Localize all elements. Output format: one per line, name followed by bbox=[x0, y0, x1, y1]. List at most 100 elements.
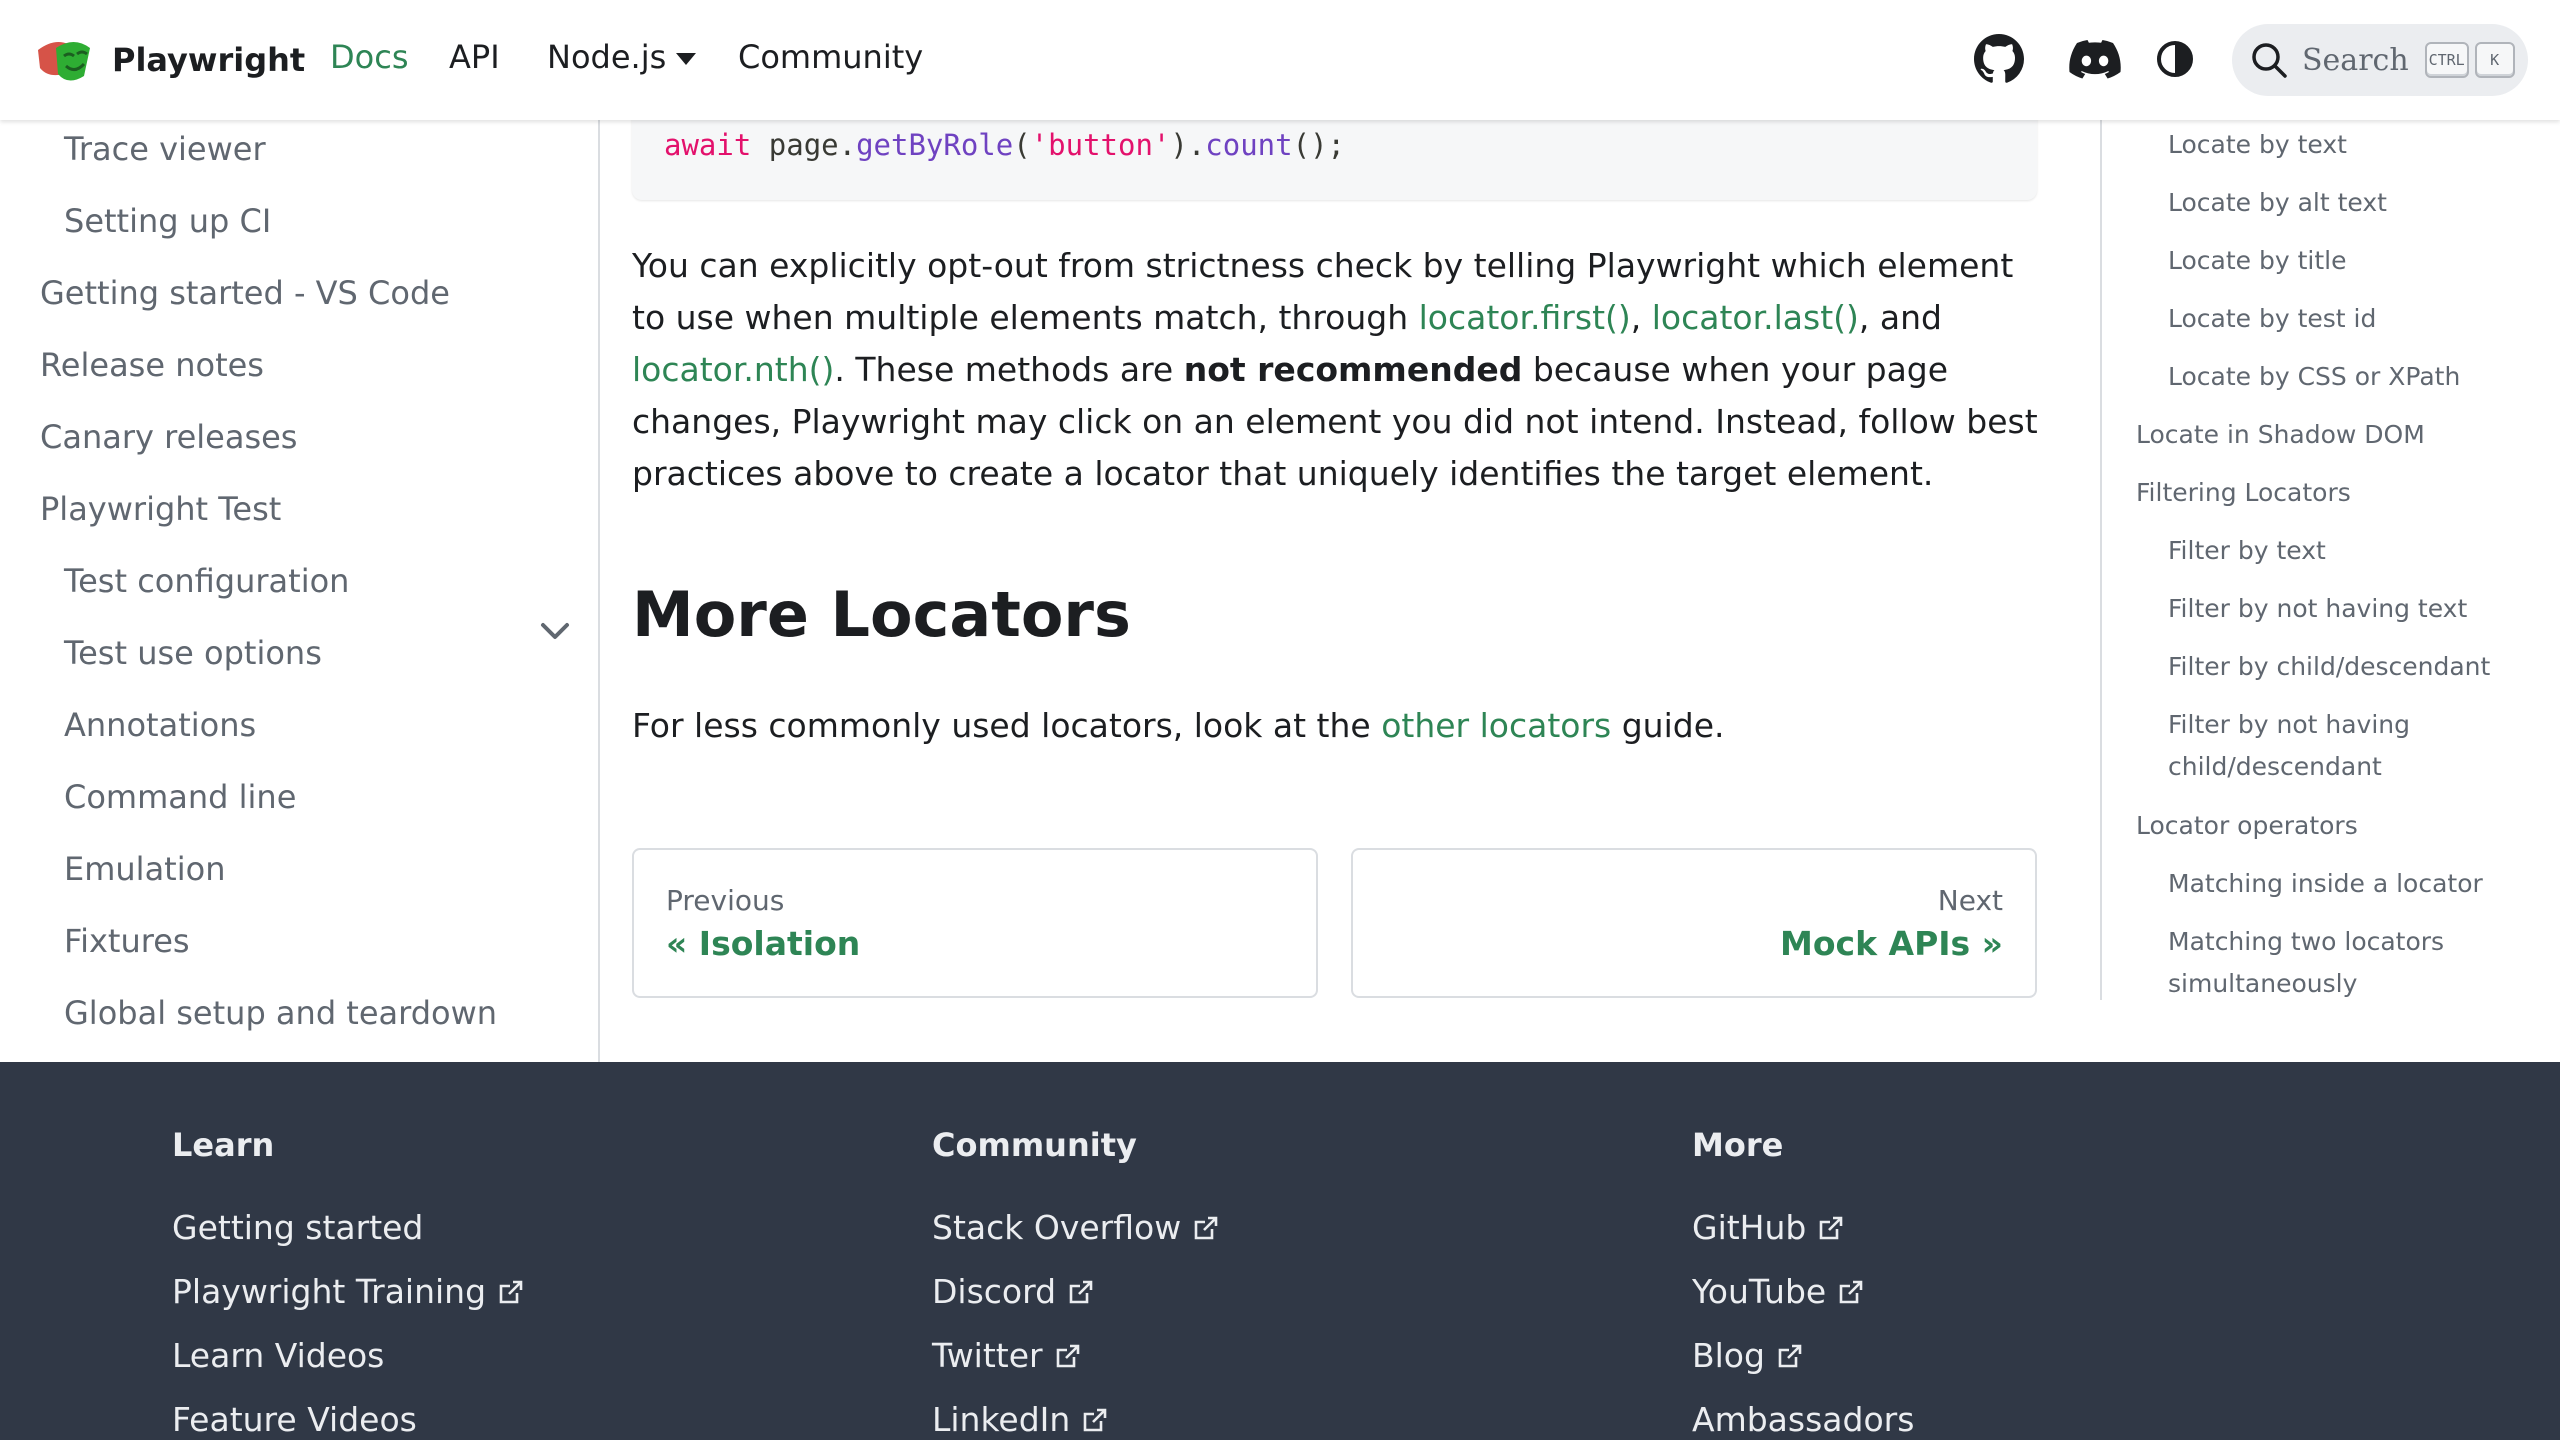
brand-link[interactable]: Playwright bbox=[34, 34, 305, 86]
pagination-prev-label: Previous bbox=[666, 884, 785, 917]
code-token: ). bbox=[1170, 128, 1206, 162]
table-of-contents: Locate by text Locate by alt text Locate… bbox=[2100, 120, 2560, 1000]
toc-item[interactable]: Filtering Locators bbox=[2136, 472, 2351, 514]
sidebar-item-setting-up-ci[interactable]: Setting up CI bbox=[64, 202, 271, 240]
nav-docs[interactable]: Docs bbox=[330, 38, 408, 76]
pagination-prev-title: « Isolation bbox=[666, 924, 861, 963]
pagination-next[interactable]: Next Mock APIs » bbox=[1351, 848, 2037, 998]
footer-link-label: Stack Overflow bbox=[932, 1208, 1182, 1247]
external-link-icon bbox=[1069, 1280, 1093, 1303]
toc-item[interactable]: Filter by text bbox=[2168, 530, 2326, 572]
external-link-icon bbox=[1778, 1344, 1802, 1367]
sidebar-item-global-setup-teardown[interactable]: Global setup and teardown bbox=[64, 994, 497, 1032]
footer-link[interactable]: Learn Videos bbox=[172, 1336, 384, 1375]
kbd-ctrl: CTRL bbox=[2424, 42, 2469, 78]
footer-link[interactable]: GitHub bbox=[1692, 1208, 1844, 1247]
sidebar-item-command-line[interactable]: Command line bbox=[64, 778, 296, 816]
pagination-next-label: Next bbox=[1937, 884, 2003, 917]
sidebar-item-test-configuration[interactable]: Test configuration bbox=[64, 562, 349, 600]
more-locators-paragraph: For less commonly used locators, look at… bbox=[632, 700, 2042, 752]
strictness-paragraph: You can explicitly opt-out from strictne… bbox=[632, 240, 2042, 500]
docs-sidebar: Trace viewer Setting up CI Getting start… bbox=[0, 120, 600, 1062]
nav-language-dropdown[interactable]: Node.js bbox=[547, 38, 697, 76]
sidebar-item-release-notes[interactable]: Release notes bbox=[40, 346, 264, 384]
toc-item-continued[interactable]: child/descendant bbox=[2168, 746, 2382, 788]
footer-title-learn: Learn bbox=[172, 1126, 275, 1164]
toc-item[interactable]: Locate by test id bbox=[2168, 298, 2376, 340]
link-locator-nth[interactable]: locator.nth() bbox=[632, 350, 834, 389]
playwright-logo-icon bbox=[38, 42, 90, 81]
site-footer: Learn Getting started Playwright Trainin… bbox=[0, 1062, 2560, 1440]
sidebar-item-fixtures[interactable]: Fixtures bbox=[64, 922, 190, 960]
sidebar-item-emulation[interactable]: Emulation bbox=[64, 850, 225, 888]
external-link-icon bbox=[1194, 1216, 1218, 1239]
footer-link[interactable]: Getting started bbox=[172, 1208, 423, 1247]
code-token: count bbox=[1205, 128, 1293, 162]
footer-link[interactable]: Playwright Training bbox=[172, 1272, 524, 1311]
sidebar-item-getting-started-vscode[interactable]: Getting started - VS Code bbox=[40, 274, 450, 312]
sidebar-item-annotations[interactable]: Annotations bbox=[64, 706, 256, 744]
code-token: (); bbox=[1292, 128, 1345, 162]
sidebar-category-playwright-test[interactable]: Playwright Test bbox=[40, 490, 281, 528]
text-run: , and bbox=[1858, 298, 1942, 337]
footer-link[interactable]: Twitter bbox=[932, 1336, 1081, 1375]
search-placeholder: Search bbox=[2302, 42, 2409, 78]
link-other-locators[interactable]: other locators bbox=[1381, 706, 1611, 745]
kbd-k: K bbox=[2474, 42, 2515, 78]
text-run: . These methods are bbox=[834, 350, 1184, 389]
external-link-icon bbox=[499, 1280, 523, 1303]
footer-title-more: More bbox=[1692, 1126, 1784, 1164]
discord-icon[interactable] bbox=[2068, 32, 2122, 86]
toc-item[interactable]: Matching two locators bbox=[2168, 921, 2444, 963]
theme-toggle-icon[interactable] bbox=[2148, 32, 2202, 86]
pagination-next-title: Mock APIs » bbox=[1780, 924, 2003, 963]
footer-link[interactable]: Discord bbox=[932, 1272, 1094, 1311]
code-token: await bbox=[664, 128, 752, 162]
toc-item-continued[interactable]: simultaneously bbox=[2168, 963, 2357, 1005]
nav-api[interactable]: API bbox=[449, 38, 500, 76]
toc-item[interactable]: Filter by child/descendant bbox=[2168, 646, 2490, 688]
footer-link-label: LinkedIn bbox=[932, 1400, 1071, 1439]
code-token: 'button' bbox=[1030, 128, 1171, 162]
link-locator-first[interactable]: locator.first() bbox=[1419, 298, 1631, 337]
toc-item[interactable]: Locate in Shadow DOM bbox=[2136, 414, 2425, 456]
toc-item[interactable]: Locate by alt text bbox=[2168, 182, 2387, 224]
footer-link-label: Blog bbox=[1692, 1336, 1765, 1375]
nav-language-label: Node.js bbox=[547, 38, 667, 76]
code-token: getByRole bbox=[856, 128, 1014, 162]
toc-item[interactable]: Locator operators bbox=[2136, 805, 2358, 847]
code-token: ( bbox=[1013, 128, 1031, 162]
toc-item[interactable]: Filter by not having text bbox=[2168, 588, 2467, 630]
footer-link-label: YouTube bbox=[1692, 1272, 1827, 1311]
text-run: For less commonly used locators, look at… bbox=[632, 706, 1382, 745]
pagination-prev[interactable]: Previous « Isolation bbox=[632, 848, 1318, 998]
sidebar-item-test-use-options[interactable]: Test use options bbox=[64, 634, 322, 672]
toc-item[interactable]: Locate by CSS or XPath bbox=[2168, 356, 2460, 398]
footer-link[interactable]: Stack Overflow bbox=[932, 1208, 1219, 1247]
search-icon bbox=[2252, 43, 2287, 78]
footer-title-community: Community bbox=[932, 1126, 1137, 1164]
toc-item[interactable]: Matching inside a locator bbox=[2168, 863, 2483, 905]
external-link-icon bbox=[1820, 1216, 1843, 1239]
toc-item[interactable]: Locate by title bbox=[2168, 240, 2346, 282]
footer-link[interactable]: LinkedIn bbox=[932, 1400, 1108, 1439]
text-run: guide. bbox=[1611, 706, 1725, 745]
toc-item[interactable]: Locate by text bbox=[2168, 124, 2347, 166]
link-locator-last[interactable]: locator.last() bbox=[1652, 298, 1859, 337]
sidebar-item-trace-viewer[interactable]: Trace viewer bbox=[64, 130, 266, 168]
footer-link-label: Getting started bbox=[172, 1208, 424, 1247]
bold-text: not recommended bbox=[1183, 350, 1523, 389]
footer-link[interactable]: Ambassadors bbox=[1692, 1400, 1914, 1439]
nav-community[interactable]: Community bbox=[738, 38, 923, 76]
footer-link[interactable]: YouTube bbox=[1692, 1272, 1864, 1311]
footer-link-label: Feature Videos bbox=[172, 1400, 417, 1439]
github-icon[interactable] bbox=[1972, 32, 2026, 86]
chevron-down-icon[interactable] bbox=[538, 614, 572, 648]
search-button[interactable]: Search CTRL K bbox=[2232, 24, 2528, 96]
footer-link[interactable]: Blog bbox=[1692, 1336, 1803, 1375]
text-run: , bbox=[1630, 298, 1652, 337]
toc-item[interactable]: Filter by not having bbox=[2168, 704, 2410, 746]
sidebar-item-canary-releases[interactable]: Canary releases bbox=[40, 418, 297, 456]
external-link-icon bbox=[1056, 1344, 1079, 1367]
footer-link[interactable]: Feature Videos bbox=[172, 1400, 417, 1439]
